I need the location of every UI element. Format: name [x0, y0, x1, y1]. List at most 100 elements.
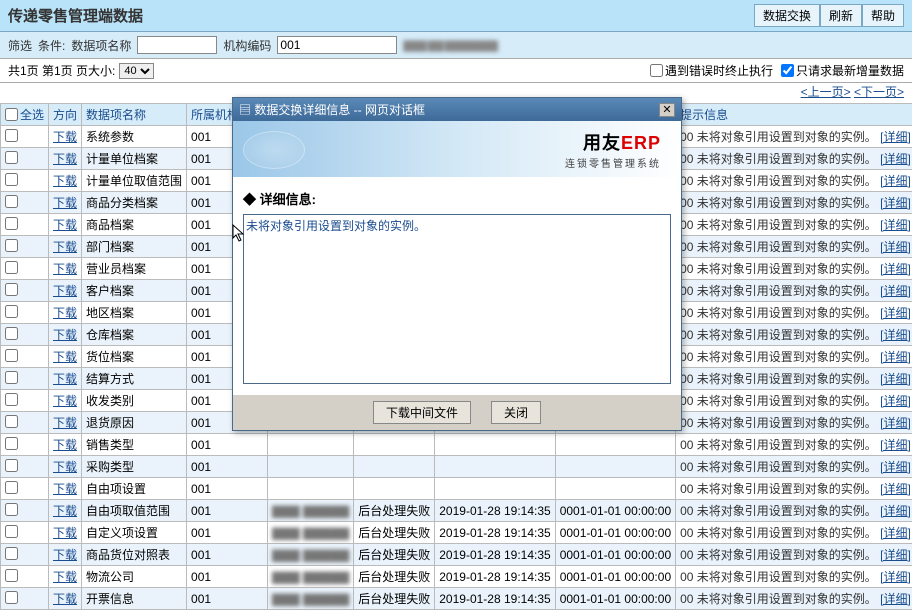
stop-on-error-wrap[interactable]: 遇到错误时终止执行 [650, 62, 773, 79]
detail-link[interactable]: [详细] [880, 570, 911, 584]
detail-link[interactable]: [详细] [880, 130, 911, 144]
hint-cell: 00 未将对象引用设置到对象的实例。 [详细] [676, 236, 912, 258]
select-all-checkbox[interactable] [5, 108, 18, 121]
item-name-input[interactable] [137, 36, 217, 54]
detail-link[interactable]: [详细] [880, 152, 911, 166]
row-checkbox[interactable] [5, 371, 18, 384]
org-code-input[interactable] [277, 36, 397, 54]
filter-label: 筛选 [8, 37, 32, 54]
data-exchange-button[interactable]: 数据交换 [754, 4, 820, 27]
detail-link[interactable]: [详细] [880, 372, 911, 386]
detail-link[interactable]: [详细] [880, 504, 911, 518]
col-select: 全选 [1, 104, 49, 126]
download-link[interactable]: 下载 [53, 438, 77, 452]
process-time-cell [435, 456, 555, 478]
download-link[interactable]: 下载 [53, 152, 77, 166]
status-cell [354, 434, 435, 456]
prev-page-link[interactable]: <上一页> [801, 85, 851, 99]
detail-link[interactable]: [详细] [880, 284, 911, 298]
detail-link[interactable]: [详细] [880, 592, 911, 606]
row-checkbox[interactable] [5, 481, 18, 494]
help-button[interactable]: 帮助 [862, 4, 904, 27]
detail-link[interactable]: [详细] [880, 482, 911, 496]
detail-link[interactable]: [详细] [880, 328, 911, 342]
row-checkbox[interactable] [5, 437, 18, 450]
item-name-cell: 计量单位取值范围 [82, 170, 187, 192]
detail-link[interactable]: [详细] [880, 460, 911, 474]
download-link[interactable]: 下载 [53, 592, 77, 606]
item-name-cell: 自定义项设置 [82, 522, 187, 544]
stop-on-error-checkbox[interactable] [650, 64, 663, 77]
hint-cell: 00 未将对象引用设置到对象的实例。 [详细] [676, 390, 912, 412]
refresh-button[interactable]: 刷新 [820, 4, 862, 27]
detail-link[interactable]: [详细] [880, 526, 911, 540]
only-latest-checkbox[interactable] [781, 64, 794, 77]
row-checkbox[interactable] [5, 305, 18, 318]
download-link[interactable]: 下载 [53, 416, 77, 430]
detail-link[interactable]: [详细] [880, 438, 911, 452]
download-link[interactable]: 下载 [53, 548, 77, 562]
row-checkbox[interactable] [5, 349, 18, 362]
download-link[interactable]: 下载 [53, 284, 77, 298]
download-link[interactable]: 下载 [53, 130, 77, 144]
row-checkbox[interactable] [5, 327, 18, 340]
detail-link[interactable]: [详细] [880, 350, 911, 364]
download-link[interactable]: 下载 [53, 262, 77, 276]
detail-link[interactable]: [详细] [880, 196, 911, 210]
download-intermediate-button[interactable]: 下载中间文件 [373, 401, 471, 424]
download-link[interactable]: 下载 [53, 328, 77, 342]
row-checkbox[interactable] [5, 503, 18, 516]
row-checkbox[interactable] [5, 129, 18, 142]
download-link[interactable]: 下载 [53, 504, 77, 518]
detail-link[interactable]: [详细] [880, 416, 911, 430]
last-time-cell [555, 478, 675, 500]
detail-textarea[interactable]: 未将对象引用设置到对象的实例。 [243, 214, 671, 384]
hint-cell: 00 未将对象引用设置到对象的实例。 [详细] [676, 566, 912, 588]
org-code-cell: 001 [187, 456, 268, 478]
download-link[interactable]: 下载 [53, 196, 77, 210]
close-button[interactable]: 关闭 [491, 401, 541, 424]
row-checkbox[interactable] [5, 283, 18, 296]
close-icon[interactable]: ✕ [659, 103, 675, 117]
item-name-cell: 货位档案 [82, 346, 187, 368]
row-checkbox[interactable] [5, 525, 18, 538]
row-checkbox[interactable] [5, 261, 18, 274]
download-link[interactable]: 下载 [53, 526, 77, 540]
page-size-select[interactable]: 40 [119, 63, 154, 79]
row-checkbox[interactable] [5, 173, 18, 186]
detail-link[interactable]: [详细] [880, 306, 911, 320]
detail-link[interactable]: [详细] [880, 174, 911, 188]
table-row: 下载自由项设置00100 未将对象引用设置到对象的实例。 [详细] [1, 478, 912, 500]
row-checkbox[interactable] [5, 195, 18, 208]
download-link[interactable]: 下载 [53, 350, 77, 364]
row-checkbox[interactable] [5, 393, 18, 406]
download-link[interactable]: 下载 [53, 460, 77, 474]
row-checkbox[interactable] [5, 547, 18, 560]
download-link[interactable]: 下载 [53, 218, 77, 232]
row-checkbox[interactable] [5, 239, 18, 252]
row-checkbox[interactable] [5, 591, 18, 604]
org-name-cell: ▇▇▇ ▇▇▇▇▇ [268, 522, 354, 544]
row-checkbox[interactable] [5, 569, 18, 582]
only-latest-wrap[interactable]: 只请求最新增量数据 [781, 62, 904, 79]
row-checkbox[interactable] [5, 217, 18, 230]
download-link[interactable]: 下载 [53, 394, 77, 408]
detail-link[interactable]: [详细] [880, 262, 911, 276]
hint-cell: 00 未将对象引用设置到对象的实例。 [详细] [676, 280, 912, 302]
detail-link[interactable]: [详细] [880, 240, 911, 254]
next-page-link[interactable]: <下一页> [854, 85, 904, 99]
row-checkbox[interactable] [5, 415, 18, 428]
download-link[interactable]: 下载 [53, 174, 77, 188]
detail-link[interactable]: [详细] [880, 394, 911, 408]
download-link[interactable]: 下载 [53, 240, 77, 254]
download-link[interactable]: 下载 [53, 372, 77, 386]
pager-bar: 共1页 第1页 页大小: 40 遇到错误时终止执行 只请求最新增量数据 [0, 59, 912, 83]
detail-link[interactable]: [详细] [880, 548, 911, 562]
download-link[interactable]: 下载 [53, 306, 77, 320]
download-link[interactable]: 下载 [53, 570, 77, 584]
detail-link[interactable]: [详细] [880, 218, 911, 232]
brand-main: 用友ERP [565, 129, 661, 155]
row-checkbox[interactable] [5, 151, 18, 164]
row-checkbox[interactable] [5, 459, 18, 472]
download-link[interactable]: 下载 [53, 482, 77, 496]
